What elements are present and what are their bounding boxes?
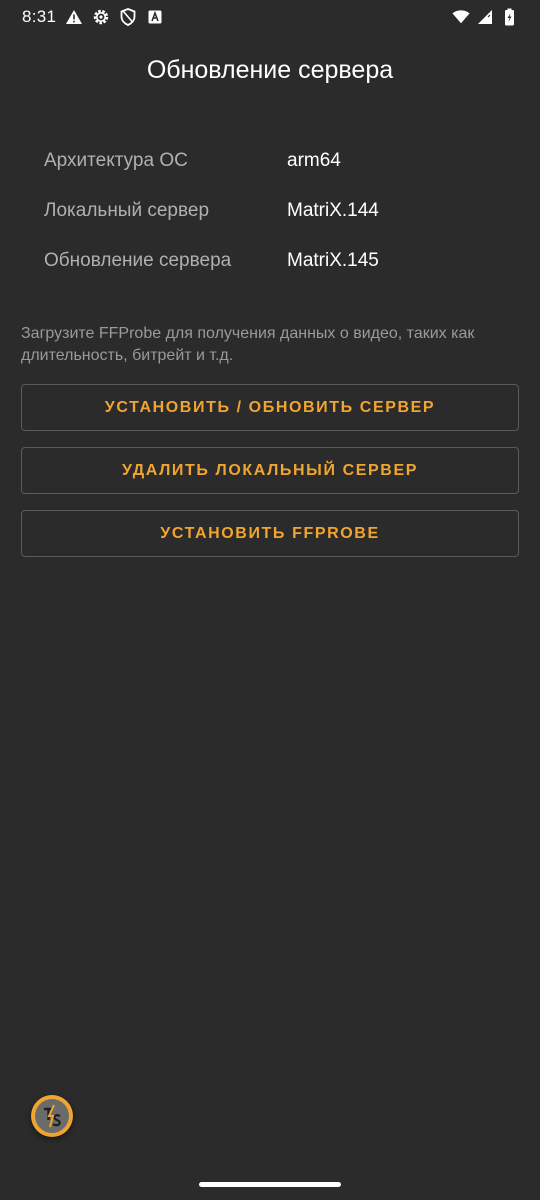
battery-icon — [500, 8, 518, 26]
info-row-server-update: Обновление сервера MatriX.145 — [44, 236, 510, 286]
signal-icon — [476, 8, 494, 26]
ts-logo-icon — [44, 1104, 61, 1128]
info-value: MatriX.144 — [287, 200, 379, 221]
warning-icon — [65, 8, 83, 26]
info-label: Архитектура ОС — [44, 150, 188, 171]
info-value: arm64 — [287, 150, 341, 171]
ts-app-icon-inner — [35, 1099, 69, 1133]
info-row-architecture: Архитектура ОС arm64 — [44, 136, 510, 186]
page-title: Обновление сервера — [146, 56, 394, 84]
settings-icon — [92, 8, 110, 26]
screen: 8:31 Обновление сервера Архитектура ОС a… — [0, 0, 540, 1200]
info-table: Архитектура ОС arm64 Локальный сервер Ma… — [44, 136, 510, 286]
info-row-local-server: Локальный сервер MatriX.144 — [44, 186, 510, 236]
gesture-navigation-bar[interactable] — [199, 1182, 341, 1187]
status-right — [452, 8, 518, 26]
info-label: Обновление сервера — [44, 250, 232, 271]
status-time: 8:31 — [22, 7, 57, 26]
ts-app-icon[interactable] — [31, 1095, 73, 1137]
app-notification-icon — [146, 8, 164, 26]
info-label: Локальный сервер — [44, 200, 210, 221]
install-update-server-button[interactable]: УСТАНОВИТЬ / ОБНОВИТЬ СЕРВЕР — [21, 384, 519, 431]
shield-icon — [119, 8, 137, 26]
info-value: MatriX.145 — [287, 250, 379, 271]
status-bar: 8:31 — [0, 0, 540, 34]
ffprobe-description: Загрузите FFProbe для получения данных о… — [21, 325, 475, 364]
wifi-icon — [452, 8, 470, 26]
install-ffprobe-button[interactable]: УСТАНОВИТЬ FFPROBE — [21, 510, 519, 557]
delete-local-server-button[interactable]: УДАЛИТЬ ЛОКАЛЬНЫЙ СЕРВЕР — [21, 447, 519, 494]
status-left: 8:31 — [22, 7, 164, 27]
